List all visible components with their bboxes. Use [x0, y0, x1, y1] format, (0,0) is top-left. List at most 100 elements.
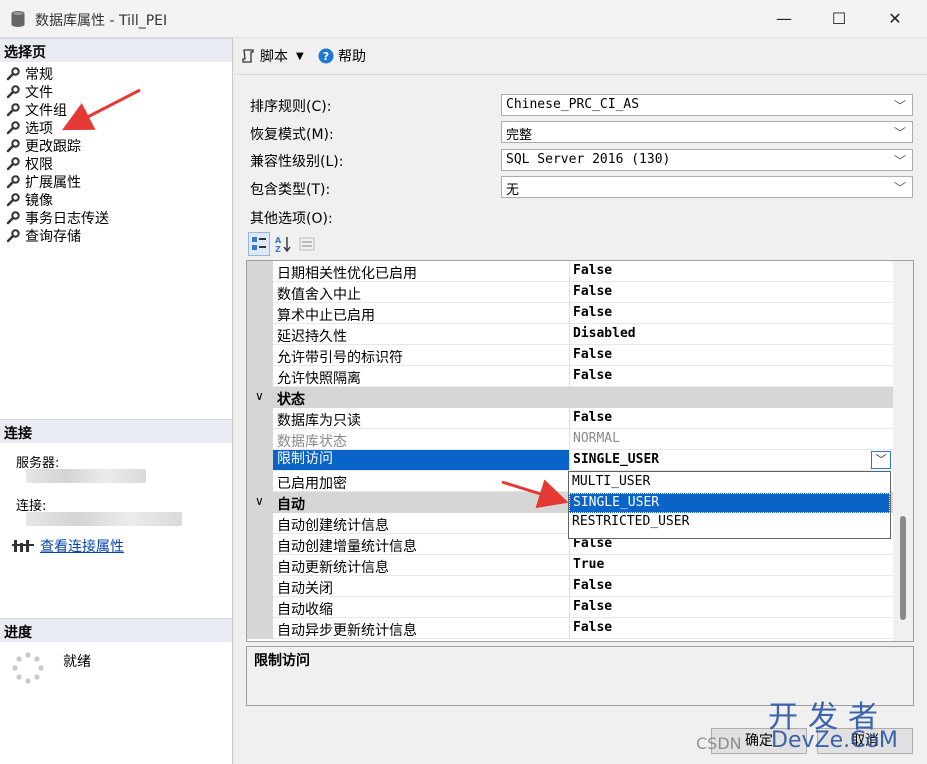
- alphabetical-view-button[interactable]: A Z: [272, 232, 294, 256]
- collapse-chevron-icon[interactable]: ∨: [255, 494, 264, 508]
- recovery-model-select[interactable]: 完整 ﹀: [501, 121, 913, 143]
- close-button[interactable]: ✕: [880, 6, 910, 32]
- column-divider: [569, 576, 570, 597]
- nav-item-label: 更改跟踪: [25, 139, 81, 155]
- nav-item-label: 权限: [25, 157, 53, 173]
- property-row[interactable]: 算术中止已启用 False: [247, 303, 893, 324]
- compatibility-level-value: SQL Server 2016 (130): [506, 152, 671, 167]
- property-row[interactable]: 允许带引号的标识符 False: [247, 345, 893, 366]
- wrench-icon: [6, 139, 20, 153]
- nav-item[interactable]: 查询存储: [6, 227, 81, 245]
- dropdown-option[interactable]: MULTI_USER: [569, 473, 890, 493]
- property-value[interactable]: False: [573, 284, 612, 299]
- wrench-icon: [6, 85, 20, 99]
- nav-item[interactable]: 选项: [6, 119, 53, 137]
- maximize-button[interactable]: ☐: [824, 6, 854, 32]
- property-row[interactable]: 自动更新统计信息 True: [247, 555, 893, 576]
- property-row[interactable]: 日期相关性优化已启用 False: [247, 261, 893, 282]
- script-label: 脚本: [260, 49, 288, 65]
- property-category[interactable]: ∨ 状态: [247, 387, 893, 408]
- property-row[interactable]: 自动收缩 False: [247, 597, 893, 618]
- property-value[interactable]: SINGLE_USER: [573, 452, 659, 467]
- wrench-icon: [6, 103, 20, 117]
- property-name: 自动: [277, 497, 305, 513]
- nav-item[interactable]: 事务日志传送: [6, 209, 109, 227]
- containment-type-select[interactable]: 无 ﹀: [501, 176, 913, 198]
- property-name: 状态: [277, 392, 305, 408]
- property-name: 自动收缩: [277, 602, 333, 618]
- property-row[interactable]: 自动异步更新统计信息 False: [247, 618, 893, 639]
- property-value[interactable]: False: [573, 305, 612, 320]
- dropdown-option[interactable]: SINGLE_USER: [569, 493, 890, 513]
- property-row[interactable]: 数值舍入中止 False: [247, 282, 893, 303]
- title-bar: 数据库属性 - Till_PEI — ☐ ✕: [0, 0, 927, 38]
- property-value[interactable]: False: [573, 347, 612, 362]
- property-value[interactable]: False: [573, 368, 612, 383]
- script-button[interactable]: 脚本 ▼: [240, 46, 304, 66]
- nav-item[interactable]: 更改跟踪: [6, 137, 81, 155]
- nav-item[interactable]: 权限: [6, 155, 53, 173]
- row-gutter: [247, 408, 273, 429]
- property-value[interactable]: False: [573, 599, 612, 614]
- nav-item[interactable]: 文件组: [6, 101, 67, 119]
- property-value[interactable]: NORMAL: [573, 431, 620, 446]
- dropdown-option[interactable]: RESTRICTED_USER: [569, 513, 890, 533]
- property-grid-toolbar: A Z: [248, 232, 318, 256]
- column-divider: [569, 618, 570, 639]
- property-row[interactable]: 延迟持久性 Disabled: [247, 324, 893, 345]
- row-gutter: [247, 303, 273, 324]
- property-value[interactable]: False: [573, 263, 612, 278]
- property-value[interactable]: Disabled: [573, 326, 636, 341]
- nav-item[interactable]: 镜像: [6, 191, 53, 209]
- nav-item[interactable]: 扩展属性: [6, 173, 81, 191]
- scrollbar-thumb[interactable]: [900, 516, 906, 620]
- other-options-label: 其他选项(O):: [250, 211, 333, 227]
- property-value[interactable]: False: [573, 410, 612, 425]
- row-gutter: [247, 534, 273, 555]
- property-row[interactable]: 自动关闭 False: [247, 576, 893, 597]
- toolbar: 脚本 ▼ ? 帮助: [234, 38, 927, 75]
- property-grid-scrollbar[interactable]: [893, 261, 913, 641]
- property-row[interactable]: 限制访问 SINGLE_USER ﹀: [247, 450, 893, 471]
- categorized-view-button[interactable]: [248, 232, 270, 256]
- recovery-model-label: 恢复模式(M):: [250, 127, 334, 143]
- nav-item[interactable]: 文件: [6, 83, 53, 101]
- property-row[interactable]: 允许快照隔离 False: [247, 366, 893, 387]
- property-name: 日期相关性优化已启用: [277, 266, 417, 282]
- property-name: 已启用加密: [277, 476, 347, 492]
- row-gutter: [247, 513, 273, 534]
- svg-text:A: A: [275, 236, 282, 245]
- help-button[interactable]: ? 帮助: [318, 46, 366, 66]
- row-gutter: [247, 471, 273, 492]
- dropdown-chevron-icon[interactable]: ﹀: [871, 451, 891, 469]
- collation-select[interactable]: Chinese_PRC_CI_AS ﹀: [501, 94, 913, 116]
- property-value[interactable]: True: [573, 557, 604, 572]
- nav-item[interactable]: 常规: [6, 65, 53, 83]
- view-connection-properties-link[interactable]: 查看连接属性: [12, 536, 124, 556]
- property-value[interactable]: False: [573, 620, 612, 635]
- collapse-chevron-icon[interactable]: ∨: [255, 389, 264, 403]
- containment-type-value: 无: [506, 183, 520, 198]
- column-divider: [569, 324, 570, 345]
- row-gutter: [247, 450, 273, 471]
- property-row[interactable]: 数据库状态 NORMAL: [247, 429, 893, 450]
- sort-alphabetical-icon: A Z: [275, 236, 291, 253]
- wrench-icon: [6, 157, 20, 171]
- help-icon: ?: [318, 48, 334, 64]
- progress-status: 就绪: [63, 654, 91, 670]
- minimize-button[interactable]: —: [769, 6, 799, 32]
- property-row[interactable]: 数据库为只读 False: [247, 408, 893, 429]
- compatibility-level-select[interactable]: SQL Server 2016 (130) ﹀: [501, 149, 913, 171]
- nav-item-label: 查询存储: [25, 229, 81, 245]
- property-pages-button[interactable]: [296, 232, 318, 256]
- property-name: 数据库状态: [277, 434, 347, 450]
- property-name: 自动创建增量统计信息: [277, 539, 417, 555]
- select-page-header: 选择页: [0, 38, 232, 62]
- column-divider: [569, 345, 570, 366]
- connection-header: 连接: [0, 419, 232, 443]
- view-connection-properties-label[interactable]: 查看连接属性: [40, 536, 124, 556]
- description-title: 限制访问: [254, 653, 310, 669]
- property-name: 自动关闭: [277, 581, 333, 597]
- property-value[interactable]: False: [573, 578, 612, 593]
- column-divider: [569, 597, 570, 618]
